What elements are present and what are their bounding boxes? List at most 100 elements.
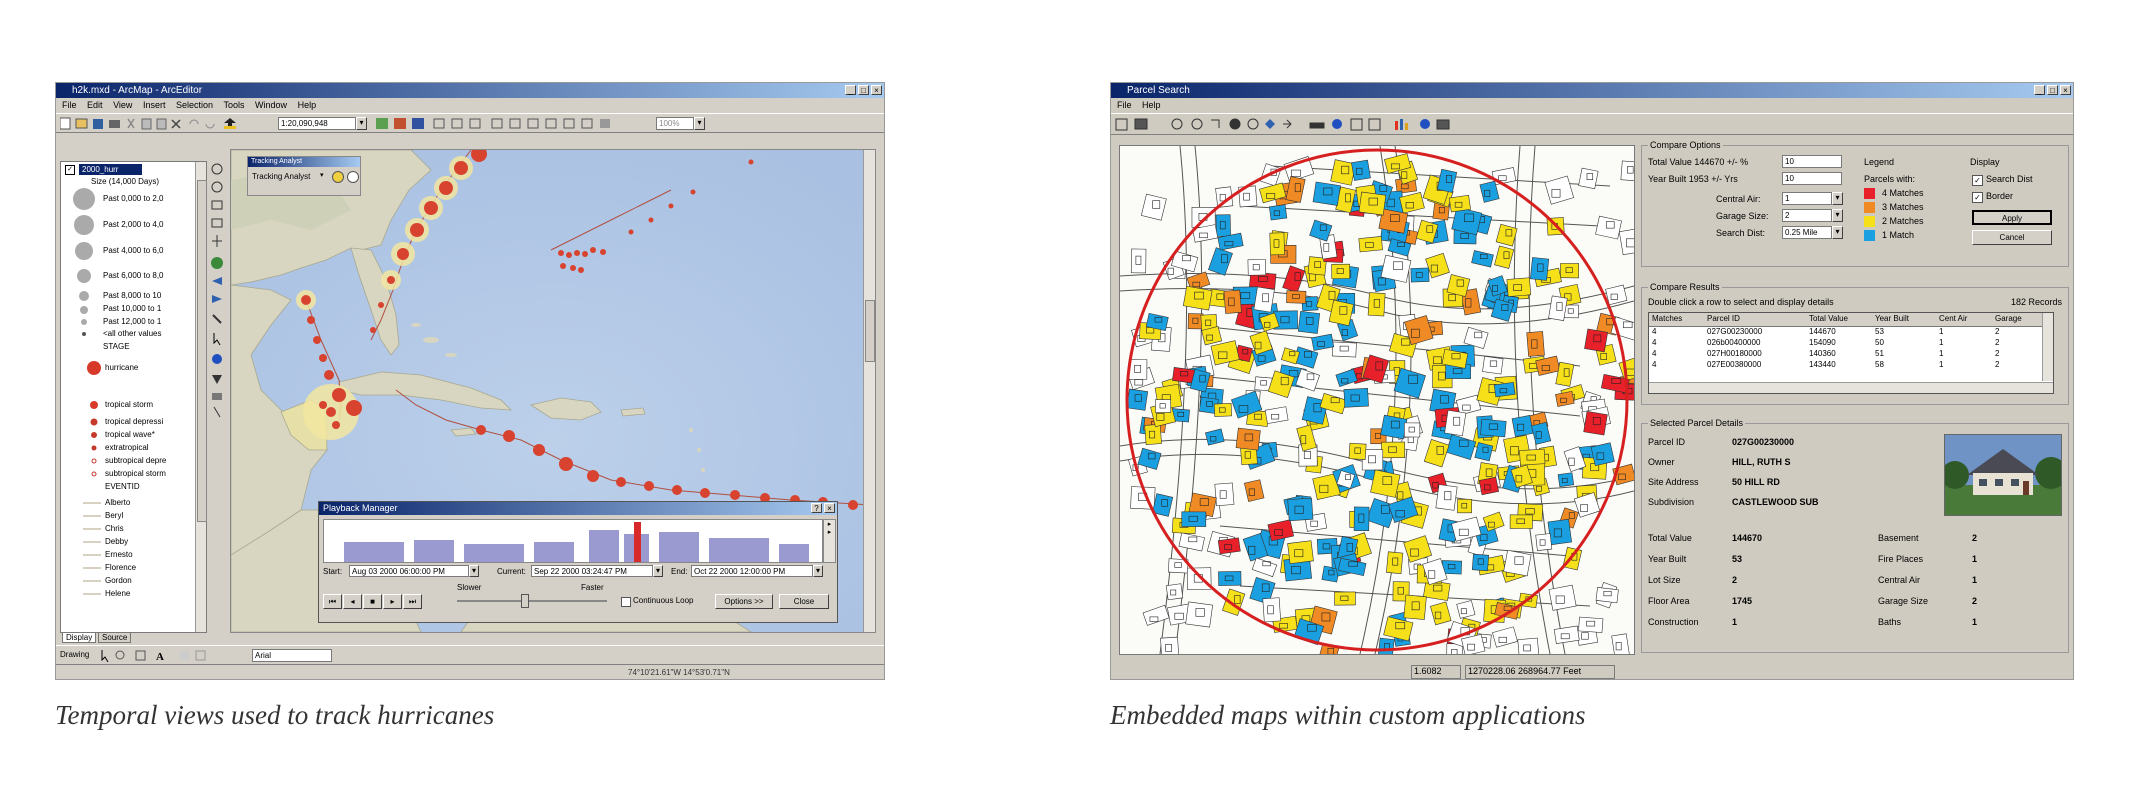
parcel[interactable] [1286, 290, 1307, 304]
parcel[interactable] [1358, 236, 1383, 253]
parcel[interactable] [1165, 583, 1184, 601]
parcel[interactable] [1144, 423, 1162, 445]
parcel[interactable] [1348, 442, 1367, 460]
start-dropdown[interactable]: ▾ [469, 565, 479, 577]
parcel[interactable] [1334, 591, 1356, 606]
tools-toolbar[interactable] [209, 161, 225, 421]
parcel[interactable] [1218, 571, 1242, 586]
parcel[interactable] [1448, 194, 1471, 213]
parcel[interactable] [1269, 204, 1288, 221]
parcel-map[interactable] [1119, 145, 1635, 655]
parcel[interactable] [1130, 248, 1147, 274]
parcel[interactable] [1517, 637, 1540, 654]
parcel[interactable] [1287, 497, 1314, 522]
close-button[interactable]: × [2060, 85, 2071, 95]
parcel[interactable] [1351, 159, 1371, 181]
parcel[interactable] [1404, 422, 1421, 438]
parcel[interactable] [1560, 263, 1580, 279]
garage-dropdown[interactable]: ▾ [1832, 209, 1843, 222]
parcel[interactable] [1253, 286, 1275, 313]
cancel-button[interactable]: Cancel [1972, 230, 2052, 245]
maximize-button[interactable]: □ [858, 85, 869, 95]
parcel[interactable] [1297, 310, 1321, 334]
parcel[interactable] [1482, 355, 1504, 375]
parcel[interactable] [1583, 411, 1608, 436]
table-row[interactable]: 4 027E00380000 143440 58 1 2 [1649, 360, 2043, 371]
parcel[interactable] [1370, 469, 1401, 498]
parcel[interactable] [1262, 597, 1281, 623]
parcel[interactable] [1185, 601, 1213, 628]
table-row[interactable]: 4 027G00230000 144670 53 1 2 [1649, 327, 2043, 338]
parcel[interactable] [1506, 277, 1532, 297]
parcel[interactable] [1353, 506, 1370, 532]
results-hscrollbar[interactable] [1649, 382, 2053, 393]
total-value-input[interactable]: 10 [1782, 155, 1842, 168]
parcel[interactable] [1367, 292, 1386, 317]
tracking-dropdown-icon[interactable]: ▾ [320, 171, 324, 179]
parcel[interactable] [1186, 567, 1212, 591]
parcel[interactable] [1435, 484, 1458, 511]
table-row[interactable]: 4 026b00400000 154090 50 1 2 [1649, 338, 2043, 349]
drawing-menu[interactable]: Drawing [60, 649, 89, 661]
menu-window[interactable]: Window [255, 100, 287, 110]
toc-layer-name[interactable]: 2000_hurr [79, 164, 142, 175]
parcel[interactable] [1377, 637, 1395, 654]
parcel[interactable] [1128, 359, 1148, 380]
current-field[interactable]: Sep 22 2000 03:24:47 PM [531, 565, 653, 577]
close-playback-button[interactable]: Close [779, 594, 829, 609]
parcel[interactable] [1380, 414, 1408, 440]
parcel[interactable] [1478, 476, 1500, 496]
tab-source[interactable]: Source [98, 632, 132, 643]
col-total-value[interactable]: Total Value [1809, 314, 1848, 323]
step-back-button[interactable]: ◂ [343, 594, 362, 609]
parcel[interactable] [1471, 553, 1490, 572]
central-air-dropdown[interactable]: ▾ [1832, 192, 1843, 205]
parcel[interactable] [1595, 587, 1619, 604]
menu-insert[interactable]: Insert [143, 100, 166, 110]
parcel[interactable] [1181, 511, 1207, 527]
search-dist-select[interactable]: 0.25 Mile [1782, 226, 1832, 239]
menu-help[interactable]: Help [298, 100, 317, 110]
menu-help[interactable]: Help [1142, 100, 1161, 110]
parcel[interactable] [1584, 328, 1608, 353]
rewind-button[interactable]: ⏮ [323, 594, 342, 609]
playback-scroll[interactable]: ▸ ▸ [823, 519, 836, 563]
minimize-button[interactable]: _ [2034, 85, 2045, 95]
parcel[interactable] [1403, 594, 1427, 620]
minimize-button[interactable]: _ [845, 85, 856, 95]
parcel[interactable] [1155, 399, 1172, 413]
parcel[interactable] [1511, 415, 1534, 437]
parcel-map-canvas[interactable] [1120, 146, 1634, 654]
map-tool-icons[interactable] [1115, 117, 1515, 132]
parcel[interactable] [1223, 289, 1242, 314]
results-table[interactable]: Matches Parcel ID Total Value Year Built… [1648, 312, 2054, 394]
year-built-input[interactable]: 10 [1782, 172, 1842, 185]
parcel[interactable] [1386, 551, 1404, 575]
toolbar-icons[interactable] [60, 117, 300, 130]
fast-forward-button[interactable]: ⏭ [403, 594, 422, 609]
parcel[interactable] [1343, 387, 1369, 408]
stop-button[interactable]: ■ [363, 594, 382, 609]
maximize-button[interactable]: □ [2047, 85, 2058, 95]
drawing-icons[interactable]: A [100, 649, 230, 662]
central-air-select[interactable]: 1 [1782, 192, 1832, 205]
tracking-point-icon[interactable] [332, 171, 344, 183]
search-dist-checkbox[interactable]: ✓ [1972, 175, 1983, 186]
col-garage[interactable]: Garage [1995, 314, 2022, 323]
col-parcel-id[interactable]: Parcel ID [1707, 314, 1740, 323]
parcel[interactable] [1578, 167, 1599, 190]
parcel[interactable] [1213, 402, 1232, 417]
zoom-dropdown-button[interactable]: ▾ [694, 117, 705, 130]
apply-button[interactable]: Apply [1972, 210, 2052, 225]
current-dropdown[interactable]: ▾ [653, 565, 663, 577]
help-button[interactable]: ? [811, 503, 822, 513]
menu-view[interactable]: View [113, 100, 132, 110]
close-button[interactable]: × [871, 85, 882, 95]
parcel[interactable] [1287, 540, 1314, 565]
parcel[interactable] [1590, 442, 1615, 467]
font-combo[interactable]: Arial [252, 649, 332, 662]
parcel[interactable] [1191, 207, 1216, 228]
parcel[interactable] [1182, 285, 1213, 311]
parcel[interactable] [1526, 331, 1545, 357]
col-cent-air[interactable]: Cent Air [1939, 314, 1967, 323]
